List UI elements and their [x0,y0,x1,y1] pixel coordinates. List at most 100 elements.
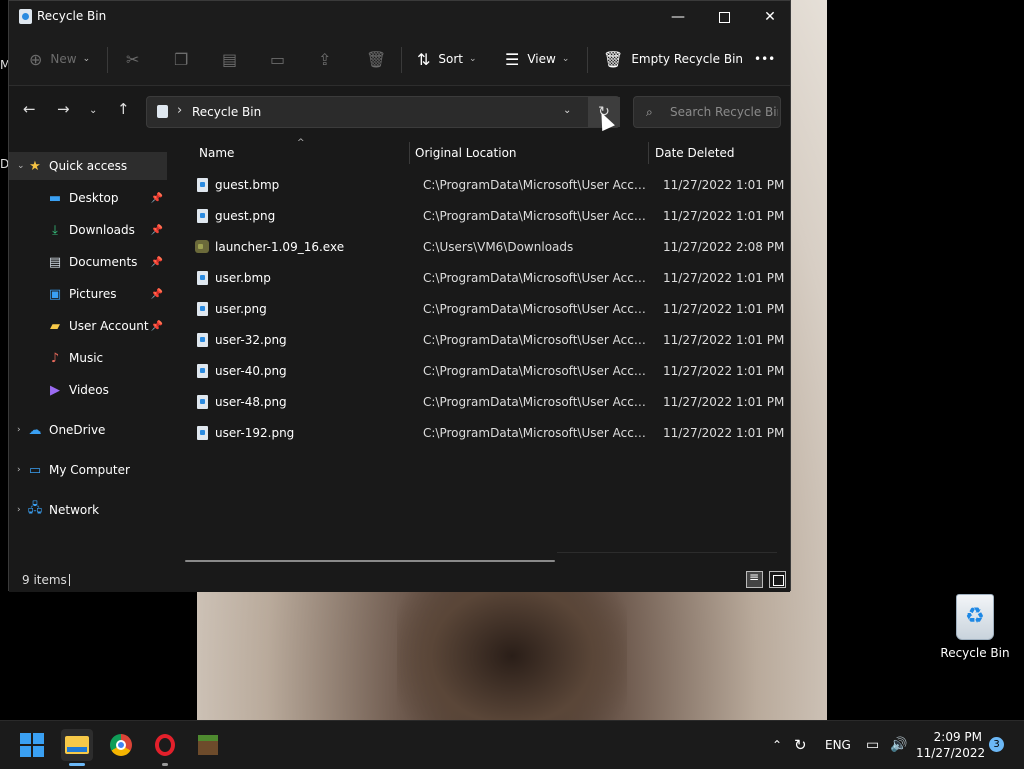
share-button[interactable]: ⇪ [318,33,339,85]
minimize-button[interactable]: — [655,1,701,33]
table-row[interactable]: user-192.png C:\ProgramData\Microsoft\Us… [187,418,784,449]
title-bar[interactable]: Recycle Bin — ✕ [9,1,790,33]
table-row[interactable]: user.bmp C:\ProgramData\Microsoft\User A… [187,263,784,294]
address-bar[interactable]: › Recycle Bin ⌄ ↻ [146,96,620,128]
document-icon: ▤ [48,254,62,270]
sidebar-item-onedrive[interactable]: › ☁ OneDrive [9,416,167,444]
start-button[interactable] [16,729,48,761]
table-row[interactable]: guest.png C:\ProgramData\Microsoft\User … [187,201,784,232]
column-divider[interactable] [409,142,410,164]
recycle-bin-icon [19,9,32,24]
file-date: 11/27/2022 1:01 PM [663,426,785,440]
address-segment[interactable]: Recycle Bin [192,105,261,119]
recent-locations-button[interactable]: ⌄ [89,105,97,116]
picture-icon: ▣ [48,286,62,302]
sidebar-item-network[interactable]: › 🖧 Network [9,496,167,524]
file-date: 11/27/2022 1:01 PM [663,333,785,347]
chevron-right-icon[interactable]: › [17,465,27,475]
copy-icon: ❐ [174,49,189,69]
taskbar-chrome[interactable] [105,729,137,761]
maximize-button[interactable] [701,1,747,33]
sidebar-item-user-account-pictures[interactable]: ▰ User Account P 📌 [9,312,167,340]
taskbar-opera[interactable] [149,729,181,761]
navigation-row: ← → ⌄ ↑ › Recycle Bin ⌄ ↻ ⌕ [9,86,790,138]
sidebar-item-my-computer[interactable]: › ▭ My Computer [9,456,167,484]
sidebar-item-pictures[interactable]: ▣ Pictures 📌 [9,280,167,308]
network-status-button[interactable]: ▭ [866,721,879,769]
file-name: user-32.png [215,333,287,347]
sidebar-item-music[interactable]: ♪ Music [9,344,167,372]
minecraft-icon [198,735,218,755]
close-button[interactable]: ✕ [747,1,793,33]
network-icon: 🖧 [27,501,43,516]
chevron-right-icon[interactable]: › [17,505,27,515]
sidebar-item-desktop[interactable]: ▬ Desktop 📌 [9,184,167,212]
table-row[interactable]: user-40.png C:\ProgramData\Microsoft\Use… [187,356,784,387]
table-row[interactable]: user.png C:\ProgramData\Microsoft\User A… [187,294,784,325]
sidebar-item-label: My Computer [49,463,130,477]
music-icon: ♪ [50,350,60,366]
new-label: New [50,52,77,66]
sidebar-item-quick-access[interactable]: ⌄ ★ Quick access [9,152,167,180]
forward-button[interactable]: → [57,100,70,118]
sidebar-item-downloads[interactable]: ⤓ Downloads 📌 [9,216,167,244]
pin-icon: 📌 [150,256,163,268]
star-icon: ★ [29,158,41,174]
horizontal-scrollbar[interactable] [185,560,555,562]
chevron-down-icon[interactable]: ⌄ [17,161,27,171]
taskbar-file-explorer[interactable] [61,729,93,761]
sidebar-item-documents[interactable]: ▤ Documents 📌 [9,248,167,276]
new-button[interactable]: ⊕ New ⌄ [29,33,90,85]
table-row[interactable]: guest.bmp C:\ProgramData\Microsoft\User … [187,170,784,201]
image-file-icon [197,178,208,192]
paste-button[interactable]: ▤ [222,33,245,85]
column-divider[interactable] [648,142,649,164]
more-options-button[interactable]: ••• [754,33,775,85]
up-button[interactable]: ↑ [117,100,130,118]
command-bar: ⊕ New ⌄ ✂ ❐ ▤ ▭ ⇪ 🗑 ⇅ Sort ⌄ ☰ View ⌄ 🗑 … [9,33,790,86]
view-label: View [527,52,556,66]
rename-button[interactable]: ▭ [270,33,293,85]
show-hidden-icons-button[interactable]: ⌃ [772,721,782,769]
desktop-recycle-bin[interactable]: Recycle Bin [938,594,1012,660]
sidebar-item-videos[interactable]: ▶ Videos [9,376,167,404]
search-box[interactable]: ⌕ [633,96,781,128]
sort-button[interactable]: ⇅ Sort ⌄ [417,33,477,85]
column-header-original-location[interactable]: Original Location [415,138,645,168]
address-history-icon[interactable]: ⌄ [563,105,571,116]
update-status-button[interactable]: ↻ [794,721,807,769]
search-input[interactable] [670,103,778,121]
maximize-icon [718,11,730,23]
image-file-icon [197,302,208,316]
clock[interactable]: 2:09 PM 11/27/2022 [916,729,985,761]
explorer-window: Recycle Bin — ✕ ⊕ New ⌄ ✂ ❐ ▤ ▭ ⇪ 🗑 ⇅ So… [8,0,791,592]
chevron-right-icon[interactable]: › [17,425,27,435]
file-location: C:\ProgramData\Microsoft\User Accoun... [423,302,647,316]
item-count: 9 items [22,573,67,587]
empty-recycle-bin-button[interactable]: 🗑 Empty Recycle Bin [603,33,743,85]
table-row[interactable]: user-32.png C:\ProgramData\Microsoft\Use… [187,325,784,356]
column-header-name[interactable]: Name [199,138,409,168]
back-button[interactable]: ← [23,100,36,118]
delete-button[interactable]: 🗑 [366,33,394,85]
table-row[interactable]: user-48.png C:\ProgramData\Microsoft\Use… [187,387,784,418]
table-row[interactable]: launcher-1.09_16.exe C:\Users\VM6\Downlo… [187,232,784,263]
taskbar-minecraft-launcher[interactable] [192,729,224,761]
view-button[interactable]: ☰ View ⌄ [505,33,569,85]
cut-button[interactable]: ✂ [126,33,147,85]
window-title: Recycle Bin [37,9,107,23]
volume-button[interactable]: 🔊 [890,721,907,769]
speaker-icon: 🔊 [890,737,908,753]
file-name: guest.bmp [215,178,280,192]
file-date: 11/27/2022 2:08 PM [663,240,785,254]
large-icons-view-button[interactable] [769,571,786,588]
notification-badge[interactable]: 3 [989,737,1004,752]
copy-button[interactable]: ❐ [174,33,196,85]
sidebar-item-label: Network [49,503,100,517]
toolbar-divider [107,47,108,73]
status-bar: 9 items [9,568,790,592]
details-view-button[interactable] [746,570,763,588]
column-header-date-deleted[interactable]: Date Deleted [655,138,775,168]
language-indicator[interactable]: ENG [825,721,851,769]
cloud-icon: ☁ [28,422,42,438]
